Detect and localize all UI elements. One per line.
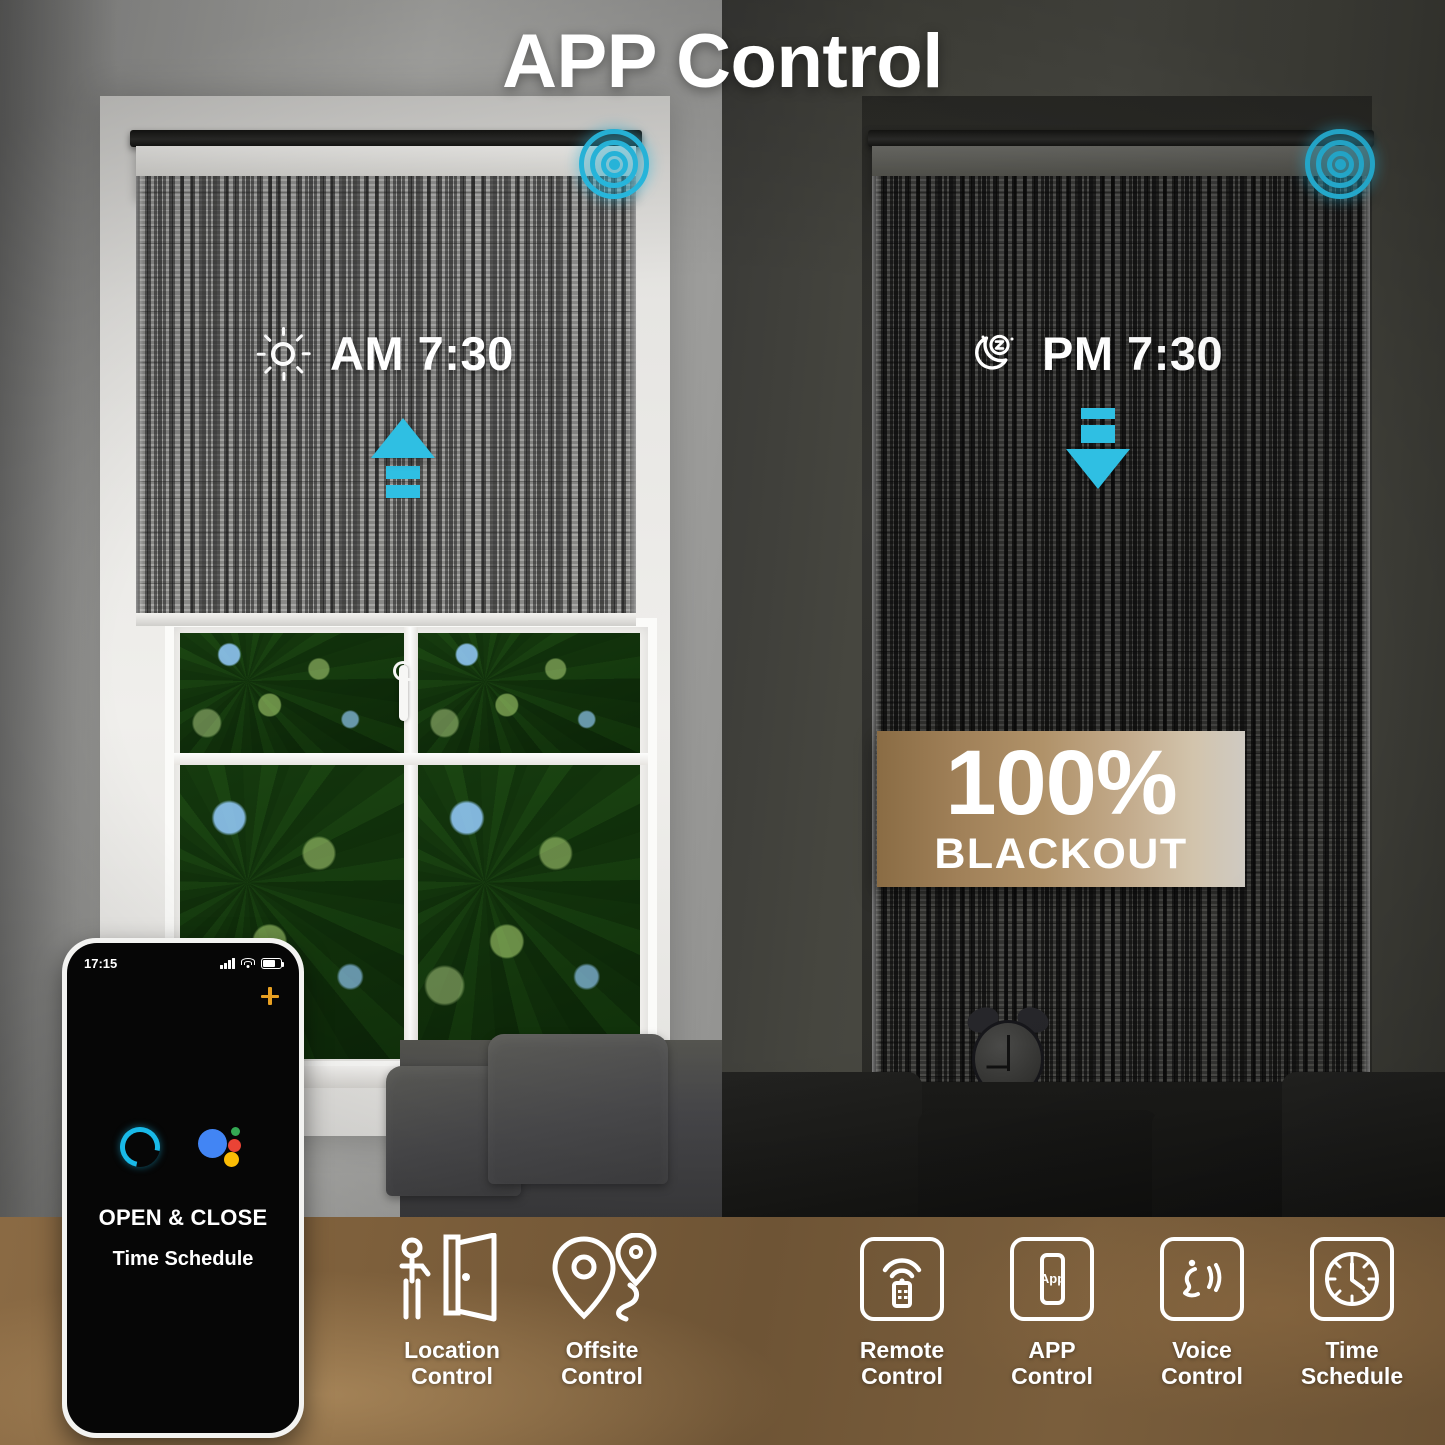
remote-control-icon — [860, 1231, 944, 1327]
smartphone-mockup: 17:15 OPEN & CLOSE Time Schedule — [62, 938, 304, 1438]
signal-rings-icon — [1304, 128, 1376, 200]
daytime-schedule-label: AM 7:30 — [256, 326, 514, 381]
pm-time-label: PM 7:30 — [1042, 327, 1224, 380]
voice-assistant-logos — [67, 1119, 299, 1175]
phone-status-bar: 17:15 — [67, 943, 299, 977]
blackout-percent: 100% — [945, 732, 1177, 835]
location-person-door-icon — [394, 1231, 510, 1327]
blackout-label: BLACKOUT — [934, 829, 1188, 878]
window-pane-top-right — [418, 633, 640, 753]
phone-heading: OPEN & CLOSE — [98, 1205, 268, 1230]
blind-headrail-left — [130, 130, 642, 147]
blind-bottom-bar — [136, 613, 636, 626]
feature-remote-control[interactable]: Remote Control — [827, 1231, 977, 1389]
blind-fabric-texture — [136, 176, 636, 626]
wifi-icon — [241, 957, 255, 969]
phone-status-indicators — [220, 957, 284, 969]
voice-control-icon — [1160, 1231, 1244, 1327]
sofa-cushion — [1282, 1072, 1445, 1232]
alexa-icon — [112, 1119, 168, 1175]
offsite-map-pins-icon — [544, 1231, 660, 1327]
feature-label: Time Schedule — [1300, 1337, 1404, 1389]
arrow-up-icon — [371, 418, 435, 504]
window-mullion-horizontal — [174, 753, 648, 765]
feature-label: Offsite Control — [561, 1337, 643, 1389]
sofa-right — [722, 1072, 1445, 1250]
moon-z-icon — [970, 329, 1020, 379]
app-phone-icon: App — [1010, 1231, 1094, 1327]
feature-voice-control[interactable]: Voice Control — [1127, 1231, 1277, 1389]
window-pane-bottom-right — [418, 765, 640, 1059]
phone-screen: 17:15 OPEN & CLOSE Time Schedule — [67, 943, 299, 1433]
google-assistant-icon — [198, 1125, 246, 1169]
am-time-label: AM 7:30 — [330, 327, 514, 380]
product-infographic: AM 7:30 PM 7:30 100% BLACKOUT APP Contro… — [0, 0, 1445, 1445]
window-handle — [393, 661, 413, 721]
nighttime-schedule-label: PM 7:30 — [970, 326, 1223, 381]
blackout-badge: 100% BLACKOUT — [877, 731, 1245, 887]
feature-time-schedule[interactable]: Time Schedule — [1277, 1231, 1427, 1389]
phone-subheading: Time Schedule — [112, 1248, 254, 1270]
roller-blind-open — [136, 176, 636, 626]
phone-status-time: 17:15 — [84, 955, 118, 971]
feature-app-control[interactable]: App APP Control — [977, 1231, 1127, 1389]
sofa-left — [386, 1034, 722, 1220]
arrow-down-icon — [1066, 408, 1130, 489]
window-pane-top-left — [180, 633, 404, 753]
feature-label: Voice Control — [1161, 1337, 1243, 1389]
sun-icon — [256, 326, 311, 381]
feature-offsite-control[interactable]: Offsite Control — [527, 1231, 677, 1389]
blind-headrail-right — [868, 130, 1374, 147]
feature-location-control[interactable]: Location Control — [377, 1231, 527, 1389]
clock-icon — [1310, 1231, 1394, 1327]
plus-icon[interactable] — [261, 987, 279, 1005]
feature-label: Location Control — [404, 1337, 500, 1389]
sofa-cushion — [722, 1072, 922, 1232]
signal-bars-icon — [220, 957, 235, 969]
page-title: APP Control — [502, 19, 943, 104]
battery-icon — [261, 957, 284, 969]
sofa-cushion — [488, 1034, 669, 1184]
signal-rings-icon — [578, 128, 650, 200]
feature-label: APP Control — [1011, 1337, 1093, 1389]
app-icon-text: App — [1040, 1271, 1065, 1286]
feature-label: Remote Control — [859, 1337, 945, 1389]
roller-blind-closed — [872, 176, 1370, 1096]
blind-fabric-texture — [872, 176, 1370, 1096]
